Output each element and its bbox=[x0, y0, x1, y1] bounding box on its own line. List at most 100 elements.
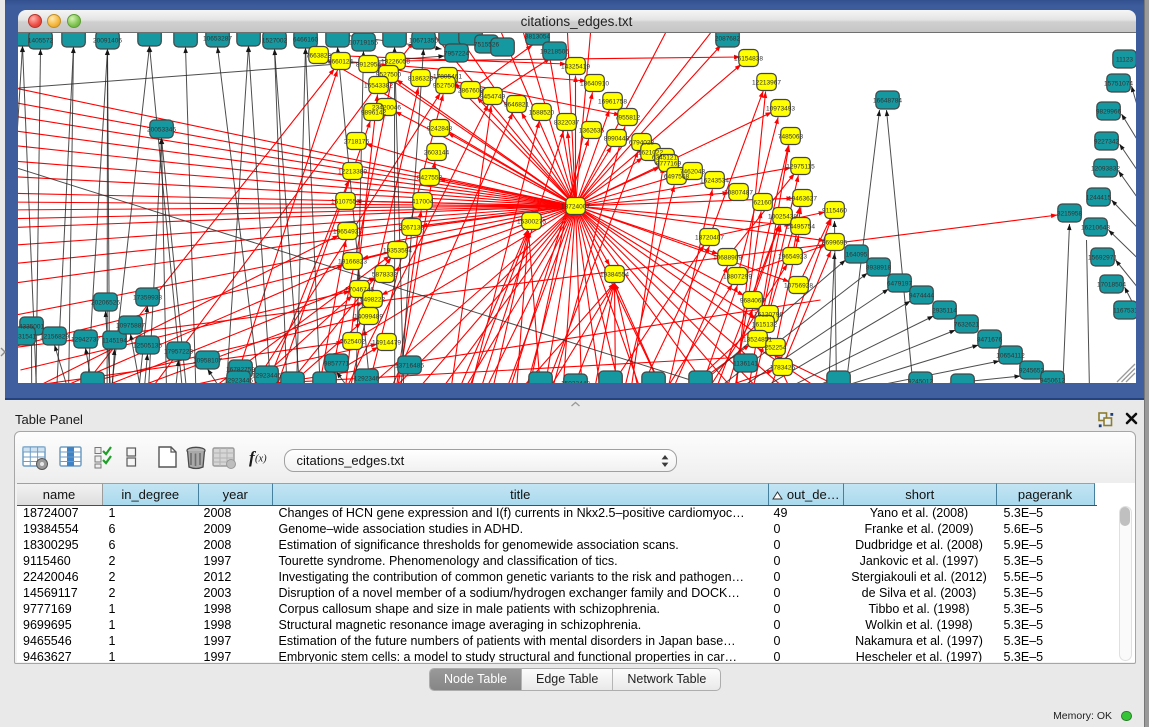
svg-text:12213967: 12213967 bbox=[752, 79, 781, 86]
svg-text:1362635: 1362635 bbox=[578, 127, 604, 134]
svg-text:10756928: 10756928 bbox=[784, 282, 813, 289]
svg-text:9242848: 9242848 bbox=[426, 125, 452, 132]
svg-text:15300275: 15300275 bbox=[517, 218, 546, 225]
svg-text:8660124: 8660124 bbox=[327, 58, 353, 65]
svg-text:17359938: 17359938 bbox=[133, 294, 162, 301]
svg-text:13524851: 13524851 bbox=[743, 336, 772, 343]
svg-text:9896142: 9896142 bbox=[360, 109, 386, 116]
svg-text:15923448: 15923448 bbox=[561, 380, 590, 383]
svg-text:3931541: 3931541 bbox=[18, 333, 37, 340]
svg-text:8186328: 8186328 bbox=[407, 75, 433, 82]
svg-text:8454749: 8454749 bbox=[479, 93, 505, 100]
svg-text:16107553: 16107553 bbox=[331, 198, 360, 205]
svg-text:1244415: 1244415 bbox=[1085, 194, 1111, 201]
svg-text:6794028: 6794028 bbox=[628, 139, 654, 146]
svg-text:16648784: 16648784 bbox=[873, 97, 902, 104]
svg-text:7957224: 7957224 bbox=[443, 50, 469, 57]
svg-text:20053346: 20053346 bbox=[147, 126, 176, 133]
svg-text:14495754: 14495754 bbox=[786, 223, 815, 230]
svg-text:2087682: 2087682 bbox=[714, 35, 740, 42]
svg-text:9115460: 9115460 bbox=[822, 207, 847, 214]
svg-text:1292346: 1292346 bbox=[353, 375, 379, 382]
svg-text:19463627: 19463627 bbox=[788, 195, 817, 202]
svg-text:8912954: 8912954 bbox=[355, 61, 381, 68]
svg-text:3215958: 3215958 bbox=[1056, 210, 1082, 217]
svg-text:9684067: 9684067 bbox=[739, 297, 765, 304]
svg-text:14099489: 14099489 bbox=[354, 313, 383, 320]
svg-text:8990448: 8990448 bbox=[603, 135, 629, 142]
svg-text:16154838: 16154838 bbox=[734, 55, 763, 62]
svg-text:10719155: 10719155 bbox=[349, 39, 378, 46]
svg-text:12213389: 12213389 bbox=[338, 168, 367, 175]
svg-text:8471676: 8471676 bbox=[976, 336, 1002, 343]
svg-text:16782759: 16782759 bbox=[226, 366, 255, 373]
svg-text:417004: 417004 bbox=[411, 198, 433, 205]
svg-text:7462043: 7462043 bbox=[679, 168, 705, 175]
svg-text:9245012: 9245012 bbox=[907, 378, 933, 383]
svg-text:10807487: 10807487 bbox=[724, 189, 753, 196]
svg-text:1136141: 1136141 bbox=[733, 360, 758, 367]
svg-text:1527002: 1527002 bbox=[261, 37, 287, 44]
svg-text:18640910: 18640910 bbox=[580, 80, 609, 87]
svg-text:13226058: 13226058 bbox=[381, 58, 410, 65]
svg-text:10025438: 10025438 bbox=[768, 213, 797, 220]
svg-text:9646821: 9646821 bbox=[503, 101, 529, 108]
svg-text:1167531: 1167531 bbox=[1113, 307, 1136, 314]
svg-text:8938918: 8938918 bbox=[865, 264, 891, 271]
svg-text:10653287: 10653287 bbox=[203, 35, 232, 42]
svg-text:1145194: 1145194 bbox=[102, 337, 127, 344]
svg-text:7625402: 7625402 bbox=[339, 338, 365, 345]
svg-text:19353594: 19353594 bbox=[383, 247, 412, 254]
svg-text:12975115: 12975115 bbox=[786, 163, 815, 170]
svg-text:19384554: 19384554 bbox=[600, 271, 629, 278]
svg-text:9857771: 9857771 bbox=[323, 360, 349, 367]
svg-text:10688909: 10688909 bbox=[713, 254, 742, 261]
svg-text:9227342: 9227342 bbox=[1093, 138, 1119, 145]
svg-text:17046746: 17046746 bbox=[345, 286, 374, 293]
svg-text:9777169: 9777169 bbox=[655, 160, 681, 167]
svg-text:3267130: 3267130 bbox=[398, 224, 424, 231]
svg-text:7955812: 7955812 bbox=[614, 114, 640, 121]
svg-text:11123: 11123 bbox=[1115, 56, 1132, 63]
svg-text:19654933: 19654933 bbox=[333, 228, 362, 235]
svg-text:10654112: 10654112 bbox=[996, 352, 1025, 359]
svg-text:2935114: 2935114 bbox=[932, 307, 957, 314]
svg-text:2603144: 2603144 bbox=[423, 149, 449, 156]
svg-text:10975887: 10975887 bbox=[116, 322, 145, 329]
svg-text:16210643: 16210643 bbox=[1081, 224, 1110, 231]
svg-text:19218506: 19218506 bbox=[540, 48, 569, 55]
svg-text:13716485: 13716485 bbox=[395, 362, 424, 369]
svg-text:8813054: 8813054 bbox=[524, 33, 550, 40]
svg-text:16120796: 16120796 bbox=[754, 311, 783, 318]
svg-text:7515526: 7515526 bbox=[473, 41, 499, 48]
svg-text:12923446: 12923446 bbox=[224, 377, 253, 383]
svg-text:10973493: 10973493 bbox=[766, 105, 795, 112]
svg-text:62160: 62160 bbox=[753, 199, 771, 206]
svg-text:9245652: 9245652 bbox=[1018, 367, 1044, 374]
svg-text:9829966: 9829966 bbox=[1095, 108, 1121, 115]
svg-text:15692971: 15692971 bbox=[1088, 254, 1117, 261]
svg-text:7632621: 7632621 bbox=[953, 321, 979, 328]
svg-text:9699695: 9699695 bbox=[821, 239, 847, 246]
svg-text:2718176: 2718176 bbox=[343, 138, 369, 145]
svg-text:16961758: 16961758 bbox=[598, 98, 627, 105]
svg-text:9527508: 9527508 bbox=[432, 82, 458, 89]
svg-text:20206526: 20206526 bbox=[91, 299, 120, 306]
svg-text:18720407: 18720407 bbox=[695, 234, 724, 241]
svg-text:12923446: 12923446 bbox=[252, 372, 281, 379]
svg-text:6466160: 6466160 bbox=[292, 36, 318, 43]
svg-text:17018504: 17018504 bbox=[1097, 281, 1126, 288]
svg-text:(x): (x) bbox=[255, 454, 267, 465]
svg-text:17957223: 17957223 bbox=[164, 348, 193, 355]
svg-text:252254: 252254 bbox=[764, 344, 786, 351]
svg-text:10958107: 10958107 bbox=[193, 357, 222, 364]
svg-text:8322037: 8322037 bbox=[553, 119, 579, 126]
svg-text:9527500: 9527500 bbox=[375, 71, 401, 78]
svg-text:17805461: 17805461 bbox=[433, 73, 462, 80]
svg-text:1405572: 1405572 bbox=[27, 37, 53, 44]
svg-text:14914479: 14914479 bbox=[372, 339, 401, 346]
svg-text:4335001: 4335001 bbox=[18, 323, 44, 330]
svg-text:5878332: 5878332 bbox=[371, 271, 397, 278]
svg-text:16243534: 16243534 bbox=[700, 177, 729, 184]
svg-text:1615132: 1615132 bbox=[751, 321, 777, 328]
